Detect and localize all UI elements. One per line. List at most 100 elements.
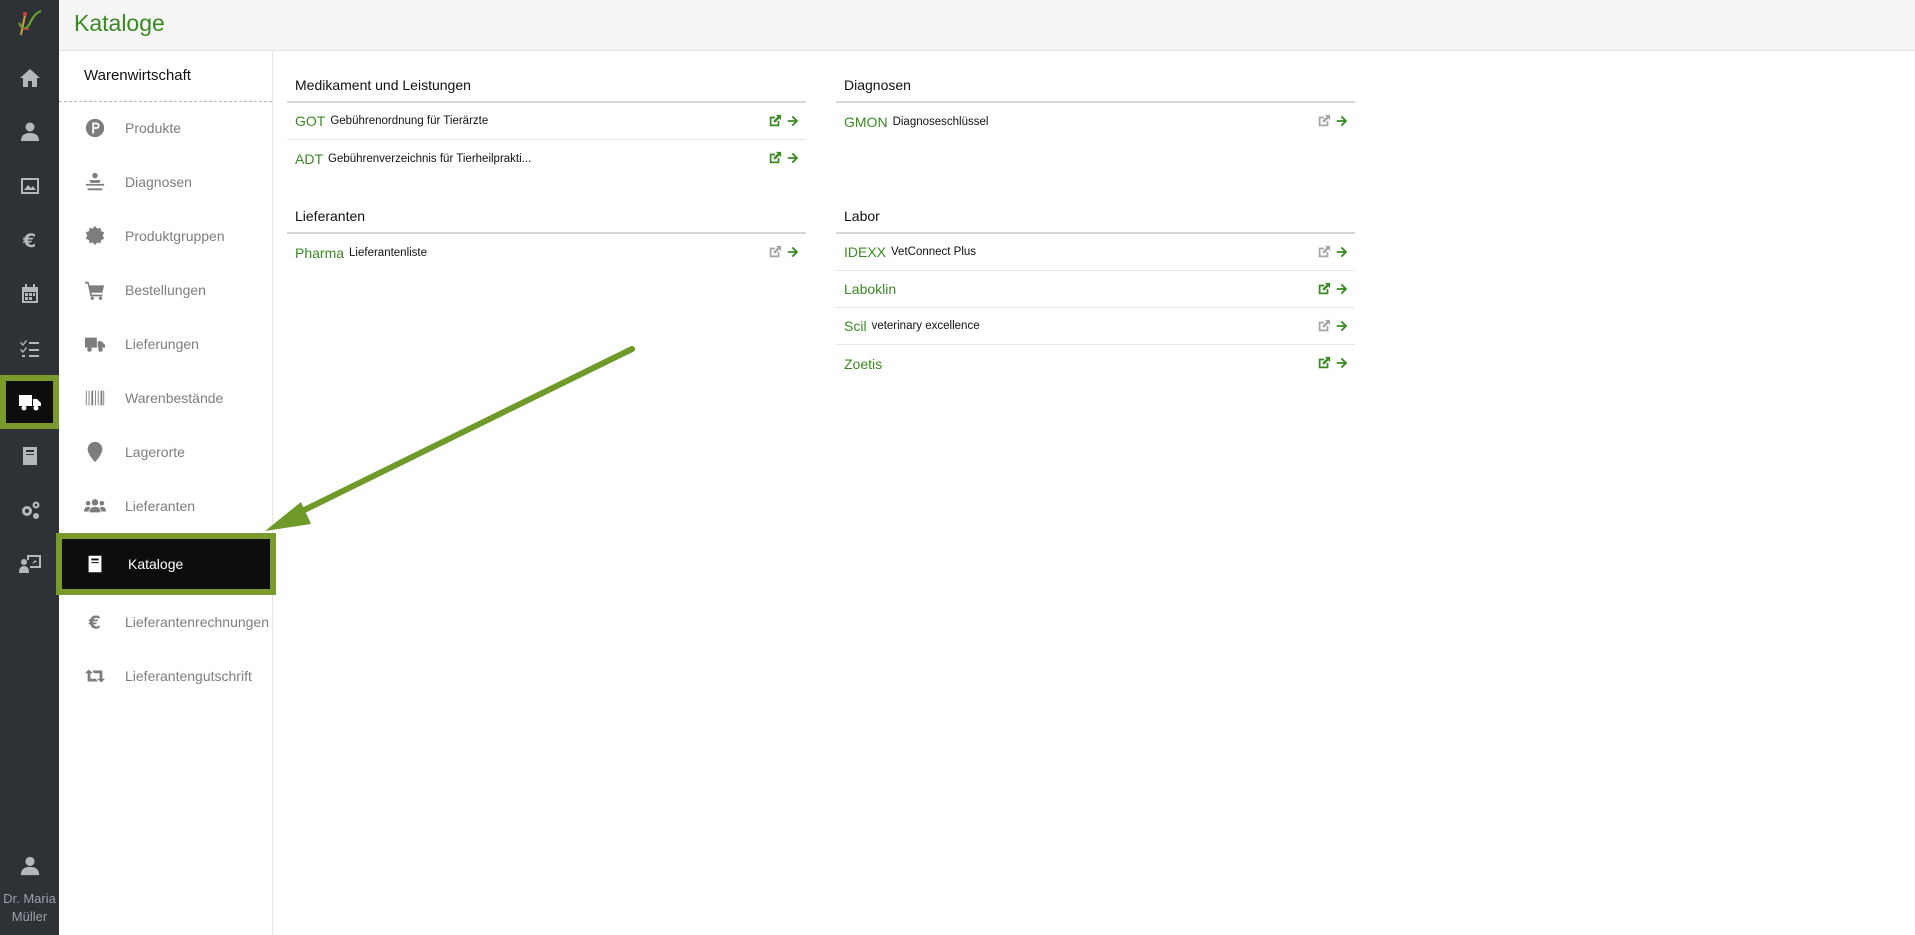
cart-icon <box>84 281 105 300</box>
arrow-right-icon[interactable] <box>1335 319 1349 333</box>
arrow-right-icon[interactable] <box>1335 356 1349 370</box>
rail-tasks[interactable] <box>0 321 59 375</box>
subnav-item-bestellungen[interactable]: Bestellungen <box>59 263 273 317</box>
icon-rail: € Dr. Maria Müller <box>0 0 59 935</box>
catalog-desc: veterinary excellence <box>871 320 980 332</box>
subnav-item-kataloge[interactable]: Kataloge <box>56 533 276 595</box>
subnav: Warenwirtschaft Produkte Diagnosen Produ… <box>56 51 276 935</box>
subnav-item-lagerorte[interactable]: Lagerorte <box>59 425 273 479</box>
arrow-right-icon[interactable] <box>1335 245 1349 259</box>
settings-icon <box>21 501 39 519</box>
rail-images[interactable] <box>0 159 59 213</box>
catalog-row-got[interactable]: GOT Gebührenordnung für Tierärzte <box>287 103 806 140</box>
rail-calendar[interactable] <box>0 267 59 321</box>
catalog-name: Zoetis <box>844 355 883 372</box>
section-labor: Labor IDEXX VetConnect Plus Laboklin Sci… <box>836 198 1355 382</box>
diagnosis-icon <box>85 172 105 191</box>
subnav-item-lieferantengutschrift[interactable]: Lieferantengutschrift <box>59 649 273 703</box>
rail-home[interactable] <box>0 51 59 105</box>
rail-catalogs[interactable] <box>0 429 59 483</box>
section-title: Medikament und Leistungen <box>287 67 806 103</box>
rail-patients[interactable] <box>0 105 59 159</box>
catalog-row-zoetis[interactable]: Zoetis <box>836 345 1355 382</box>
catalog-desc: Diagnoseschlüssel <box>892 115 989 128</box>
catalog-desc: Lieferantenliste <box>349 246 428 259</box>
user-profile[interactable]: Dr. Maria Müller <box>0 855 59 926</box>
arrow-right-icon[interactable] <box>786 245 800 259</box>
external-link-icon[interactable] <box>768 114 782 128</box>
catalog-row-scil[interactable]: Scil veterinary excellence <box>836 308 1355 345</box>
subnav-item-label: Bestellungen <box>125 282 206 298</box>
presentation-icon <box>18 555 41 573</box>
user-icon <box>20 856 39 876</box>
users-icon <box>84 499 106 513</box>
section-title: Diagnosen <box>836 67 1355 103</box>
subnav-item-label: Lieferantenrechnungen <box>125 614 270 630</box>
subnav-item-label: Produkte <box>125 120 182 136</box>
user-name-line2: Müller <box>11 909 48 924</box>
subnav-item-label: Warenbestände <box>125 390 224 406</box>
svg-text:€: € <box>88 613 101 633</box>
retweet-icon <box>84 669 106 683</box>
svg-text:€: € <box>22 230 36 252</box>
calendar-icon <box>21 284 38 303</box>
page-header: Kataloge <box>59 0 1915 51</box>
image-icon <box>20 178 39 194</box>
subnav-item-diagnosen[interactable]: Diagnosen <box>59 155 273 209</box>
catalog-row-adt[interactable]: ADT Gebührenverzeichnis für Tierheilprak… <box>287 140 806 177</box>
external-link-icon[interactable] <box>1317 319 1331 333</box>
barcode-icon <box>85 390 105 406</box>
subnav-item-label: Lagerorte <box>125 444 185 460</box>
rail-finance[interactable]: € <box>0 213 59 267</box>
euro-icon: € <box>88 613 101 633</box>
home-icon <box>19 69 40 87</box>
catalog-name: GOT <box>295 113 326 129</box>
arrow-right-icon[interactable] <box>1335 282 1349 296</box>
section-title: Lieferanten <box>287 198 806 234</box>
subnav-item-lieferantenrechnungen[interactable]: € Lieferantenrechnungen <box>59 595 273 649</box>
subnav-item-label: Diagnosen <box>125 174 192 190</box>
book-icon <box>22 447 37 465</box>
subnav-item-lieferungen[interactable]: Lieferungen <box>59 317 273 371</box>
catalog-name: IDEXX <box>844 244 887 260</box>
patient-icon <box>20 122 39 141</box>
subnav-item-lieferanten[interactable]: Lieferanten <box>59 479 273 533</box>
catalog-name: GMON <box>844 113 888 130</box>
external-link-icon[interactable] <box>1317 114 1331 128</box>
arrow-right-icon[interactable] <box>1335 114 1349 128</box>
subnav-item-label: Lieferantengutschrift <box>125 668 252 684</box>
rail-settings[interactable] <box>0 483 59 537</box>
subnav-item-produkte[interactable]: Produkte <box>59 101 273 155</box>
section-title: Labor <box>836 198 1355 234</box>
section-medikament: Medikament und Leistungen GOT Gebührenor… <box>287 67 806 177</box>
external-link-icon[interactable] <box>768 245 782 259</box>
arrow-right-icon[interactable] <box>786 114 800 128</box>
logo-icon <box>17 9 41 35</box>
external-link-icon[interactable] <box>1317 356 1331 370</box>
catalog-name: Scil <box>844 318 867 334</box>
book-icon <box>88 555 102 573</box>
truck-icon <box>84 337 106 352</box>
external-link-icon[interactable] <box>1317 245 1331 259</box>
map-marker-icon <box>87 441 103 463</box>
subnav-item-produktgruppen[interactable]: Produktgruppen <box>59 209 273 263</box>
app-logo[interactable] <box>0 0 59 47</box>
parking-p-icon <box>85 118 105 138</box>
rail-reports[interactable] <box>0 537 59 591</box>
catalog-name: Pharma <box>295 244 345 261</box>
catalog-row-gmon[interactable]: GMON Diagnoseschlüssel <box>836 103 1355 140</box>
rail-inventory[interactable] <box>0 375 59 429</box>
catalog-row-pharma[interactable]: Pharma Lieferantenliste <box>287 234 806 271</box>
catalog-row-idexx[interactable]: IDEXX VetConnect Plus <box>836 234 1355 271</box>
truck-icon <box>18 395 41 411</box>
catalog-row-laboklin[interactable]: Laboklin <box>836 271 1355 308</box>
external-link-icon[interactable] <box>1317 282 1331 296</box>
arrow-right-icon[interactable] <box>786 151 800 165</box>
euro-icon: € <box>22 230 36 252</box>
subnav-item-label: Lieferanten <box>125 498 196 514</box>
checklist-icon <box>19 340 39 357</box>
catalog-desc: VetConnect Plus <box>891 246 977 258</box>
subnav-item-warenbestaende[interactable]: Warenbestände <box>59 371 273 425</box>
subnav-item-label: Lieferungen <box>125 336 199 352</box>
external-link-icon[interactable] <box>768 151 782 165</box>
